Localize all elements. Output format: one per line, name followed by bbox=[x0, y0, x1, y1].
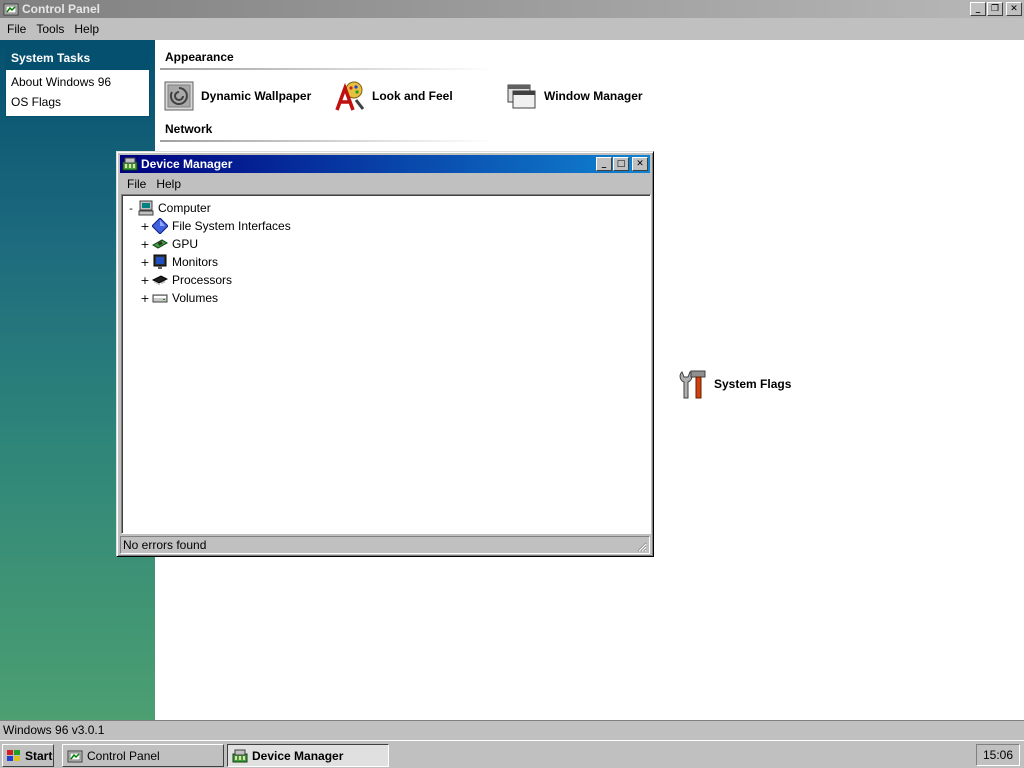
status-text: No errors found bbox=[123, 538, 207, 552]
tree-label: Computer bbox=[158, 201, 211, 215]
gpu-icon bbox=[152, 236, 168, 252]
control-panel-menubar: File Tools Help bbox=[0, 18, 1024, 40]
expand-toggle[interactable]: + bbox=[138, 238, 152, 251]
sidebar-item-os-flags[interactable]: OS Flags bbox=[11, 95, 61, 109]
taskbar: Start Control Panel Device Manager 15:06 bbox=[0, 740, 1024, 768]
system-tasks-box: System Tasks About Windows 96 OS Flags bbox=[5, 45, 150, 117]
tree-item-file-system-interfaces[interactable]: + File System Interfaces bbox=[138, 217, 291, 235]
taskbar-clock[interactable]: 15:06 bbox=[976, 744, 1020, 766]
menu-file[interactable]: File bbox=[2, 18, 31, 40]
tree-label: Volumes bbox=[172, 291, 219, 305]
applet-look-and-feel[interactable]: Look and Feel bbox=[334, 80, 453, 112]
tree-label: File System Interfaces bbox=[172, 219, 291, 233]
close-button[interactable]: ✕ bbox=[1006, 2, 1022, 16]
sidebar-item-about[interactable]: About Windows 96 bbox=[11, 75, 111, 89]
system-tasks-header: System Tasks bbox=[6, 46, 149, 70]
device-manager-icon bbox=[122, 156, 138, 172]
restore-button[interactable]: ❐ bbox=[987, 2, 1003, 16]
computer-icon bbox=[138, 200, 154, 216]
applet-label: Window Manager bbox=[544, 89, 643, 103]
menu-help[interactable]: Help bbox=[151, 173, 186, 195]
volume-icon bbox=[152, 290, 168, 306]
taskbar-item-label: Device Manager bbox=[252, 748, 344, 763]
tree-item-processors[interactable]: + Processors bbox=[138, 271, 232, 289]
collapse-toggle[interactable]: - bbox=[124, 202, 138, 215]
tree-item-gpu[interactable]: + GPU bbox=[138, 235, 198, 253]
network-divider bbox=[160, 140, 495, 142]
device-manager-titlebar[interactable]: Device Manager _ □ ✕ bbox=[120, 155, 650, 173]
start-logo-icon bbox=[6, 748, 22, 764]
device-manager-window: Device Manager _ □ ✕ File Help - Compute… bbox=[116, 151, 654, 557]
appearance-divider bbox=[160, 68, 495, 70]
menu-help[interactable]: Help bbox=[69, 18, 104, 40]
expand-toggle[interactable]: + bbox=[138, 292, 152, 305]
applet-system-flags[interactable]: System Flags bbox=[676, 368, 791, 400]
applet-label: System Flags bbox=[714, 377, 792, 391]
minimize-button[interactable]: _ bbox=[970, 2, 986, 16]
tree-label: GPU bbox=[172, 237, 199, 251]
tree-item-computer[interactable]: - Computer bbox=[124, 199, 211, 217]
resize-grip-icon[interactable] bbox=[635, 540, 647, 552]
applet-window-manager[interactable]: Window Manager bbox=[506, 80, 643, 112]
taskbar-item-device-manager[interactable]: Device Manager bbox=[227, 744, 389, 767]
applet-label: Dynamic Wallpaper bbox=[201, 89, 312, 103]
monitor-icon bbox=[152, 254, 168, 270]
tree-label: Processors bbox=[172, 273, 233, 287]
appearance-heading: Appearance bbox=[165, 50, 234, 64]
control-panel-title: Control Panel bbox=[22, 2, 101, 16]
applet-label: Look and Feel bbox=[372, 89, 453, 103]
tree-item-volumes[interactable]: + Volumes bbox=[138, 289, 218, 307]
start-label: Start bbox=[25, 748, 53, 763]
control-panel-status: Windows 96 v3.0.1 bbox=[0, 720, 1024, 740]
tree-label: Monitors bbox=[172, 255, 219, 269]
device-tree: - Computer + File System Interfaces + GP… bbox=[121, 194, 651, 534]
menu-file[interactable]: File bbox=[122, 173, 151, 195]
wallpaper-icon bbox=[163, 80, 195, 112]
applet-dynamic-wallpaper[interactable]: Dynamic Wallpaper bbox=[163, 80, 311, 112]
taskbar-item-control-panel[interactable]: Control Panel bbox=[62, 744, 224, 767]
filesystem-icon bbox=[151, 217, 169, 235]
device-manager-status: No errors found bbox=[120, 536, 650, 554]
network-heading: Network bbox=[165, 122, 213, 136]
expand-toggle[interactable]: + bbox=[138, 256, 152, 269]
menu-tools[interactable]: Tools bbox=[31, 18, 69, 40]
control-panel-titlebar[interactable]: Control Panel _ ❐ ✕ bbox=[0, 0, 1024, 18]
device-manager-title: Device Manager bbox=[141, 157, 233, 171]
maximize-button[interactable]: □ bbox=[613, 157, 629, 171]
expand-toggle[interactable]: + bbox=[138, 274, 152, 287]
processor-icon bbox=[151, 272, 169, 288]
device-manager-icon bbox=[232, 748, 248, 764]
close-button[interactable]: ✕ bbox=[632, 157, 648, 171]
window-manager-icon bbox=[506, 80, 538, 112]
control-panel-icon bbox=[67, 748, 83, 764]
device-manager-menubar: File Help bbox=[120, 174, 650, 194]
minimize-button[interactable]: _ bbox=[596, 157, 612, 171]
look-and-feel-icon bbox=[334, 80, 366, 112]
taskbar-item-label: Control Panel bbox=[87, 748, 160, 763]
tools-icon bbox=[676, 368, 708, 400]
tree-item-monitors[interactable]: + Monitors bbox=[138, 253, 218, 271]
start-button[interactable]: Start bbox=[2, 744, 54, 767]
control-panel-icon bbox=[3, 1, 19, 17]
expand-toggle[interactable]: + bbox=[138, 220, 152, 233]
